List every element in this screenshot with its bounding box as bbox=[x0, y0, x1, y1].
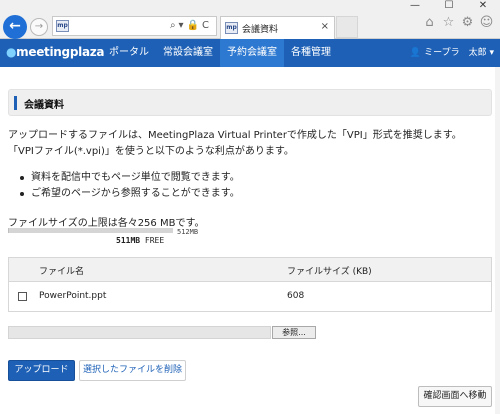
close-window-button[interactable]: ✕ bbox=[466, 0, 500, 14]
tab-favicon-icon: mp bbox=[225, 22, 238, 34]
minimize-button[interactable]: — bbox=[398, 0, 432, 14]
user-name: ミープラ 太郎 bbox=[424, 48, 487, 58]
page-title: 会議資料 bbox=[24, 100, 64, 111]
nav-portal[interactable]: ポータル bbox=[102, 39, 156, 67]
table-row: PowerPoint.ppt 608 bbox=[9, 283, 491, 311]
size-limit-text: ファイルサイズの上限は各々256 MBです。 bbox=[8, 218, 205, 229]
person-icon: 👤 bbox=[409, 48, 422, 58]
home-icon[interactable]: ⌂ bbox=[422, 15, 437, 31]
description: アップロードするファイルは、MeetingPlaza Virtual Print… bbox=[8, 128, 496, 160]
smiley-icon[interactable]: ☺ bbox=[479, 15, 494, 31]
file-size-cell: 608 bbox=[287, 291, 305, 301]
file-name-cell: PowerPoint.ppt bbox=[39, 291, 107, 301]
gear-icon[interactable]: ⚙ bbox=[460, 15, 475, 31]
benefit-item: ご希望のページから参照することができます。 bbox=[20, 186, 240, 202]
window-controls: — ☐ ✕ bbox=[398, 0, 500, 14]
delete-selected-button[interactable]: 選択したファイルを削除 bbox=[79, 360, 186, 381]
logo-dot-icon: ● bbox=[6, 45, 17, 59]
file-input: 参照... bbox=[8, 326, 316, 339]
star-icon[interactable]: ☆ bbox=[441, 15, 456, 31]
meetingplaza-logo[interactable]: ●meetingplaza bbox=[6, 45, 105, 59]
go-to-confirm-button[interactable]: 確認画面へ移動 bbox=[418, 386, 492, 407]
tab-close-icon[interactable]: × bbox=[321, 21, 329, 32]
browser-chrome: — ☐ ✕ ← → mp ⌕▾🔒C mp 会議資料 × ⌂ ☆ ⚙ ☺ bbox=[0, 0, 500, 39]
address-bar-icons[interactable]: ⌕▾🔒C bbox=[170, 20, 212, 31]
files-table: ファイル名 ファイルサイズ (KB) PowerPoint.ppt 608 bbox=[8, 257, 492, 312]
benefit-item: 資料を配信中でもページ単位で閲覧できます。 bbox=[20, 170, 240, 186]
maximize-button[interactable]: ☐ bbox=[432, 0, 466, 14]
heading-accent-bar bbox=[14, 96, 17, 110]
tab-title: 会議資料 bbox=[242, 25, 279, 35]
vertical-scrollbar[interactable] bbox=[495, 67, 500, 414]
toolbar-icons: ⌂ ☆ ⚙ ☺ bbox=[422, 15, 494, 31]
back-arrow-icon[interactable]: ← bbox=[3, 15, 27, 39]
forward-arrow-icon[interactable]: → bbox=[30, 18, 48, 36]
quota-free-label: FREE bbox=[144, 236, 165, 245]
site-favicon-icon: mp bbox=[56, 20, 69, 32]
quota-bar bbox=[8, 228, 173, 233]
main-nav: ポータル 常設会議室 予約会議室 各種管理 bbox=[102, 39, 338, 67]
new-tab-button[interactable] bbox=[336, 16, 358, 38]
description-line-1: アップロードするファイルは、MeetingPlaza Virtual Print… bbox=[8, 130, 462, 141]
app-header: ●meetingplaza ポータル 常設会議室 予約会議室 各種管理 👤 ミープ… bbox=[0, 39, 500, 67]
nav-management[interactable]: 各種管理 bbox=[284, 39, 338, 67]
column-header-file-name: ファイル名 bbox=[39, 267, 85, 277]
column-header-file-size: ファイルサイズ (KB) bbox=[287, 267, 372, 277]
upload-button[interactable]: アップロード bbox=[8, 360, 75, 381]
browser-tab[interactable]: mp 会議資料 × bbox=[220, 16, 335, 39]
benefits-list: 資料を配信中でもページ単位で閲覧できます。 ご希望のページから参照することができ… bbox=[20, 170, 240, 202]
browse-button[interactable]: 参照... bbox=[272, 326, 316, 339]
quota-total: 512MB bbox=[177, 228, 199, 236]
nav-reserved-rooms[interactable]: 予約会議室 bbox=[220, 39, 284, 67]
description-line-2: 「VPIファイル(*.vpi)」を使うと以下のような利点があります。 bbox=[8, 146, 294, 157]
quota-free-value: 511MB bbox=[116, 236, 141, 245]
page-header: 会議資料 bbox=[8, 89, 492, 116]
table-header: ファイル名 ファイルサイズ (KB) bbox=[9, 258, 491, 282]
file-select-checkbox[interactable] bbox=[18, 292, 27, 301]
logo-text: meetingplaza bbox=[16, 45, 105, 59]
quota-free: 511MB FREE bbox=[116, 236, 164, 245]
file-path-field[interactable] bbox=[8, 326, 271, 339]
nav-permanent-rooms[interactable]: 常設会議室 bbox=[156, 39, 220, 67]
address-bar[interactable]: mp ⌕▾🔒C bbox=[52, 16, 217, 36]
chevron-down-icon: ▾ bbox=[489, 48, 494, 58]
user-menu[interactable]: 👤 ミープラ 太郎 ▾ bbox=[410, 39, 494, 67]
